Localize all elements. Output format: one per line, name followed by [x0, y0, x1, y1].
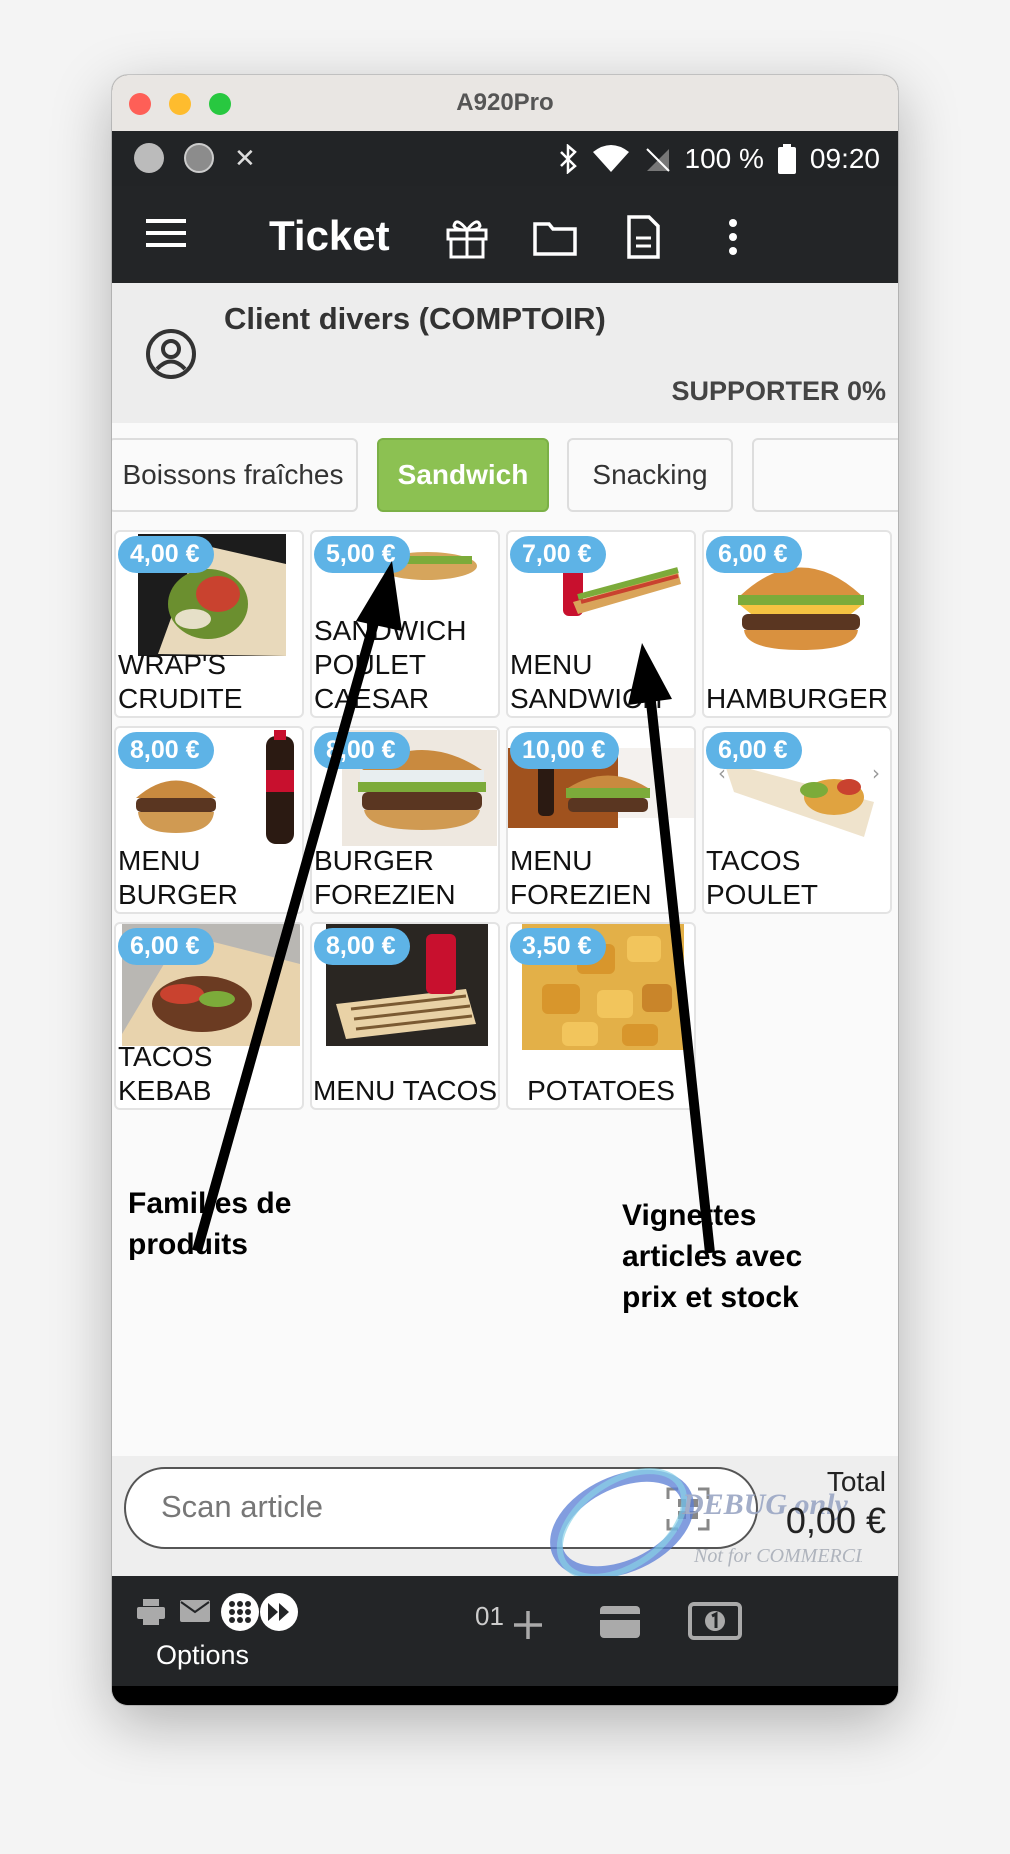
price-badge: 8,00 € — [314, 732, 410, 769]
tab-next-category[interactable] — [752, 438, 898, 512]
sync-icon — [184, 143, 214, 173]
price-badge: 6,00 € — [118, 928, 214, 965]
window-title: A920Pro — [456, 89, 554, 116]
tab-boissons-fraiches[interactable]: Boissons fraîches — [112, 438, 358, 512]
toolbar: Ticket — [112, 186, 898, 283]
document-icon[interactable] — [620, 214, 666, 260]
product-name: MENU SANDWICH — [510, 649, 663, 714]
product-tile[interactable]: 8,00 € BURGER FOREZIEN — [310, 726, 500, 914]
product-tile[interactable]: 4,00 € WRAP'S CRUDITE — [114, 530, 304, 718]
wifi-icon — [592, 145, 629, 172]
no-signal-icon — [645, 148, 670, 172]
product-tile[interactable]: 8,00 € MENU TACOS — [310, 922, 500, 1110]
clock: 09:20 — [809, 143, 880, 174]
mail-icon[interactable] — [180, 1600, 210, 1622]
tab-sandwich[interactable]: Sandwich — [377, 438, 549, 512]
page-title: Ticket — [269, 212, 390, 259]
more-vert-icon[interactable] — [710, 214, 756, 260]
annotation-families: Familles de produits — [128, 1187, 292, 1261]
product-name: TACOS KEBAB — [118, 1041, 213, 1106]
cross-icon: ✕ — [234, 143, 256, 173]
cash-icon[interactable] — [688, 1602, 742, 1640]
battery-percent: 100 % — [684, 143, 764, 174]
total-label: Total — [826, 1466, 886, 1497]
folder-icon[interactable] — [532, 214, 578, 260]
product-tile[interactable]: 10,00 € MENU FOREZIEN — [506, 726, 696, 914]
product-tile[interactable]: 7,00 € MENU SANDWICH — [506, 530, 696, 718]
main-content: Client divers (COMPTOIR) SUPPORTER 0% Bo… — [112, 283, 898, 1576]
product-tile[interactable]: 6,00 € TACOS KEBAB — [114, 922, 304, 1110]
total-value: 0,00 € — [785, 1500, 886, 1541]
category-tabs: Boissons fraîches Sandwich Snacking — [112, 438, 898, 514]
options-label[interactable]: Options — [156, 1640, 249, 1671]
price-badge: 5,00 € — [314, 536, 410, 573]
svg-text:Not for COMMERCIAL: Not for COMMERCIAL — [693, 1545, 862, 1567]
product-tile[interactable]: 3,50 € POTATOES — [506, 922, 696, 1110]
product-name: SANDWICH POULET CAESAR — [314, 615, 467, 714]
product-tile[interactable]: ‹ › 6,00 € TACOS POULET — [702, 726, 892, 914]
action-bar: Options 01 — [112, 1576, 898, 1686]
product-name: WRAP'S CRUDITE — [118, 649, 243, 714]
price-badge: 8,00 € — [118, 732, 214, 769]
fast-forward-icon[interactable] — [259, 1592, 299, 1632]
account-icon — [146, 329, 196, 379]
tab-snacking[interactable]: Snacking — [567, 438, 733, 512]
gift-icon[interactable] — [444, 214, 490, 260]
client-discount: SUPPORTER 0% — [671, 376, 886, 406]
product-tile[interactable]: 6,00 € HAMBURGER — [702, 530, 892, 718]
menu-icon[interactable] — [146, 219, 186, 251]
client-name: Client divers (COMPTOIR) — [224, 301, 606, 336]
quantity-value[interactable]: 01 — [475, 1601, 504, 1632]
globe-icon — [134, 143, 164, 173]
window-titlebar: A920Pro — [112, 75, 898, 132]
svg-text:›: › — [872, 761, 880, 785]
annotation-tiles: Vignettes articles avec prix et stock — [622, 1199, 803, 1314]
scan-placeholder: Scan article — [161, 1489, 323, 1524]
product-tile[interactable]: 8,00 € MENU BURGER — [114, 726, 304, 914]
client-panel[interactable]: Client divers (COMPTOIR) SUPPORTER 0% — [112, 283, 898, 423]
product-name: MENU FOREZIEN — [510, 845, 652, 910]
print-icon[interactable] — [136, 1598, 166, 1626]
bluetooth-icon — [559, 144, 577, 174]
keypad-icon[interactable] — [220, 1592, 260, 1632]
product-name: TACOS POULET — [706, 845, 819, 910]
android-nav-bar — [112, 1686, 898, 1705]
product-name: MENU BURGER — [118, 845, 238, 910]
scan-total-area: Scan article DEBUG only Not for COMMERCI… — [112, 1456, 898, 1576]
app-window: A920Pro ✕ 100 % 09:20 Ticket Client dive… — [112, 75, 898, 1705]
price-badge: 10,00 € — [510, 732, 620, 769]
price-badge: 7,00 € — [510, 536, 606, 573]
battery-icon — [777, 144, 796, 174]
card-icon[interactable] — [600, 1606, 640, 1638]
price-badge: 6,00 € — [706, 732, 802, 769]
product-grid: 4,00 € WRAP'S CRUDITE 5,00 € SANDWICH POUL… — [112, 530, 898, 1130]
product-tile[interactable]: 5,00 € SANDWICH POULET CAESAR — [310, 530, 500, 718]
product-name: BURGER FOREZIEN — [314, 845, 456, 910]
price-badge: 6,00 € — [706, 536, 802, 573]
price-badge: 3,50 € — [510, 928, 606, 965]
plus-icon[interactable] — [512, 1609, 544, 1641]
product-name: POTATOES — [527, 1075, 675, 1106]
product-name: MENU TACOS — [312, 1075, 498, 1106]
product-name: HAMBURGER — [705, 683, 888, 714]
price-badge: 8,00 € — [314, 928, 410, 965]
price-badge: 4,00 € — [118, 536, 214, 573]
android-status-bar: ✕ 100 % 09:20 — [112, 131, 898, 186]
